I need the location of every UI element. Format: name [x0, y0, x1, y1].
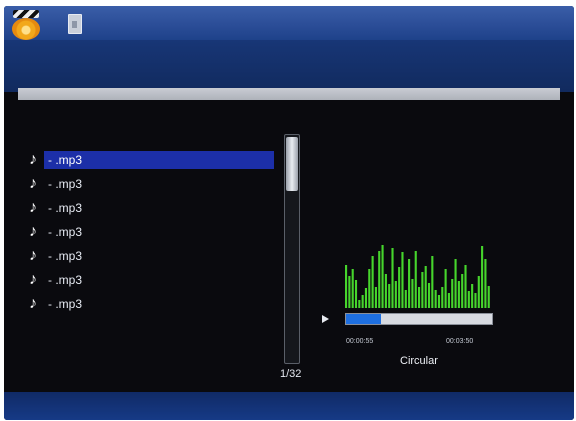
- file-list: ♪ - .mp3 ♪ - .mp3 ♪ - .mp3 ♪ - .mp3 ♪ - .mp3 ♪ - .m…: [24, 148, 274, 316]
- spectrum-bar: [481, 246, 484, 308]
- file-list-item[interactable]: ♪ - .mp3: [24, 196, 274, 220]
- clapperboard-icon[interactable]: [11, 10, 41, 40]
- spectrum-bar: [461, 274, 464, 308]
- spectrum-bar: [364, 288, 368, 308]
- progress-bar[interactable]: [345, 313, 493, 325]
- page-indicator: 1/32: [280, 368, 302, 380]
- spectrum-bar: [388, 284, 391, 308]
- scrollbar-thumb[interactable]: [286, 137, 298, 191]
- spectrum-bar: [474, 293, 477, 308]
- music-note-icon: ♪: [29, 295, 37, 312]
- spectrum-bar: [451, 279, 454, 308]
- disc-shape: [12, 18, 40, 40]
- spectrum-bar: [487, 286, 490, 308]
- spectrum-bar: [391, 248, 394, 308]
- sd-card-icon[interactable]: [68, 14, 82, 34]
- spectrum-bar: [421, 272, 424, 308]
- spectrum-bar: [384, 274, 387, 308]
- spectrum-bar: [351, 269, 354, 308]
- spectrum-bar: [361, 295, 364, 308]
- total-time: 00:03:50: [446, 338, 474, 345]
- play-mode-label[interactable]: Circular: [400, 355, 438, 367]
- file-name: - .mp3: [48, 249, 83, 263]
- header-divider: [18, 88, 560, 100]
- spectrum-bar: [394, 281, 397, 308]
- spectrum-bar: [434, 290, 437, 308]
- music-note-icon: ♪: [29, 247, 37, 264]
- elapsed-time: 00:00:55: [346, 338, 374, 345]
- spectrum-bar: [368, 269, 371, 308]
- file-name: - .mp3: [44, 151, 274, 169]
- file-name: - .mp3: [48, 225, 83, 239]
- file-list-item[interactable]: ♪ - .mp3: [24, 148, 274, 172]
- spectrum-bar: [404, 290, 407, 308]
- file-list-item[interactable]: ♪ - .mp3: [24, 268, 274, 292]
- spectrum-bar: [381, 245, 384, 308]
- top-bar: [4, 6, 574, 92]
- scrollbar[interactable]: [284, 134, 300, 364]
- spectrum-bar: [437, 295, 441, 308]
- music-note-icon: ♪: [29, 223, 37, 240]
- spectrum-bar: [398, 267, 401, 308]
- spectrum-bar: [424, 266, 427, 308]
- file-name: - .mp3: [48, 201, 83, 215]
- bottom-bar: [4, 392, 574, 420]
- spectrum-bar: [418, 287, 421, 308]
- spectrum-bar: [431, 256, 434, 308]
- file-list-item[interactable]: ♪ - .mp3: [24, 292, 274, 316]
- spectrum-bar: [354, 280, 358, 308]
- music-note-icon: ♪: [29, 199, 37, 216]
- progress-fill: [346, 314, 382, 324]
- file-list-item[interactable]: ♪ - .mp3: [24, 244, 274, 268]
- file-name: - .mp3: [48, 297, 83, 311]
- top-bar-highlight: [4, 6, 574, 40]
- player-screen: ♪ - .mp3 ♪ - .mp3 ♪ - .mp3 ♪ - .mp3 ♪ - .mp3 ♪ - .m…: [4, 6, 574, 420]
- file-name: - .mp3: [48, 273, 83, 287]
- spectrum-bar: [401, 252, 404, 308]
- spectrum-bar: [444, 269, 447, 308]
- spectrum-bar: [411, 279, 414, 308]
- spectrum-bar: [408, 259, 411, 308]
- spectrum-bar: [457, 281, 460, 308]
- spectrum-bar: [454, 259, 457, 308]
- spectrum-bar: [348, 276, 351, 308]
- music-note-icon: ♪: [29, 271, 37, 288]
- spectrum-bar: [467, 291, 470, 308]
- clapper-top: [13, 10, 39, 18]
- spectrum-bar: [447, 293, 450, 308]
- spectrum-bar: [374, 287, 377, 308]
- file-list-item[interactable]: ♪ - .mp3: [24, 220, 274, 244]
- spectrum-bar: [484, 259, 487, 308]
- spectrum-bar: [441, 287, 444, 308]
- file-name: - .mp3: [48, 177, 83, 191]
- file-list-item[interactable]: ♪ - .mp3: [24, 172, 274, 196]
- music-note-icon: ♪: [29, 175, 37, 192]
- spectrum-bar: [358, 300, 361, 308]
- spectrum-bar: [345, 265, 348, 308]
- spectrum-bar: [477, 276, 480, 308]
- spectrum-bar: [471, 284, 474, 308]
- spectrum-bar: [464, 265, 467, 308]
- spectrum-bar: [414, 251, 417, 308]
- spectrum-bar: [427, 283, 431, 308]
- play-icon[interactable]: [322, 315, 329, 323]
- music-note-icon: ♪: [29, 151, 37, 168]
- spectrum-bar: [378, 251, 381, 308]
- spectrum-visualizer: [345, 245, 490, 308]
- spectrum-bar: [371, 256, 374, 308]
